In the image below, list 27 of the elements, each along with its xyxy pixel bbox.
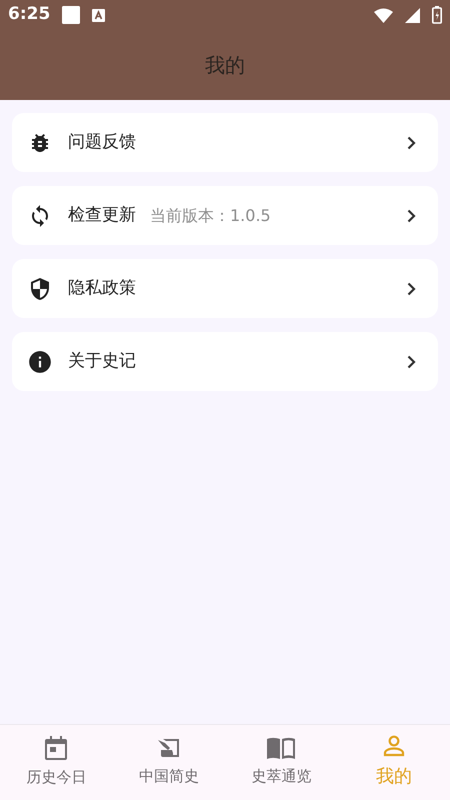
menu-label: 检查更新 [68, 204, 136, 227]
menu-label: 隐私政策 [68, 276, 136, 300]
menu-label: 关于史记 [68, 350, 136, 373]
version-text: 当前版本：1.0.5 [150, 204, 271, 226]
status-time: 6:25 [8, 3, 50, 26]
menu-item[interactable]: 问题反馈 [12, 113, 438, 172]
chevron-right-icon [407, 282, 416, 296]
signal-icon [405, 8, 420, 22]
chevron-right-icon [407, 354, 416, 368]
menu-item[interactable]: 检查更新 当前版本：1.0.5 [12, 186, 438, 245]
wifi-icon [374, 8, 393, 22]
shield-icon [28, 276, 52, 300]
book-icon [267, 737, 296, 760]
nav-tab[interactable]: 史萃通览 [225, 725, 338, 800]
page-title: 我的 [205, 52, 245, 79]
menu-item[interactable]: 隐私政策 [12, 259, 438, 318]
nav-tab[interactable]: 历史今日 [0, 725, 112, 800]
person-icon [382, 735, 405, 757]
menu-label: 问题反馈 [68, 130, 136, 154]
battery-icon [432, 6, 442, 24]
info-icon [27, 348, 53, 374]
nav-tab[interactable]: 中国简史 [112, 725, 225, 800]
chevron-right-icon [407, 208, 416, 222]
calendar-icon [45, 736, 68, 760]
notification-icon [62, 6, 80, 24]
chevron-right-icon [407, 136, 416, 150]
menu-item[interactable]: 关于史记 [12, 332, 438, 391]
